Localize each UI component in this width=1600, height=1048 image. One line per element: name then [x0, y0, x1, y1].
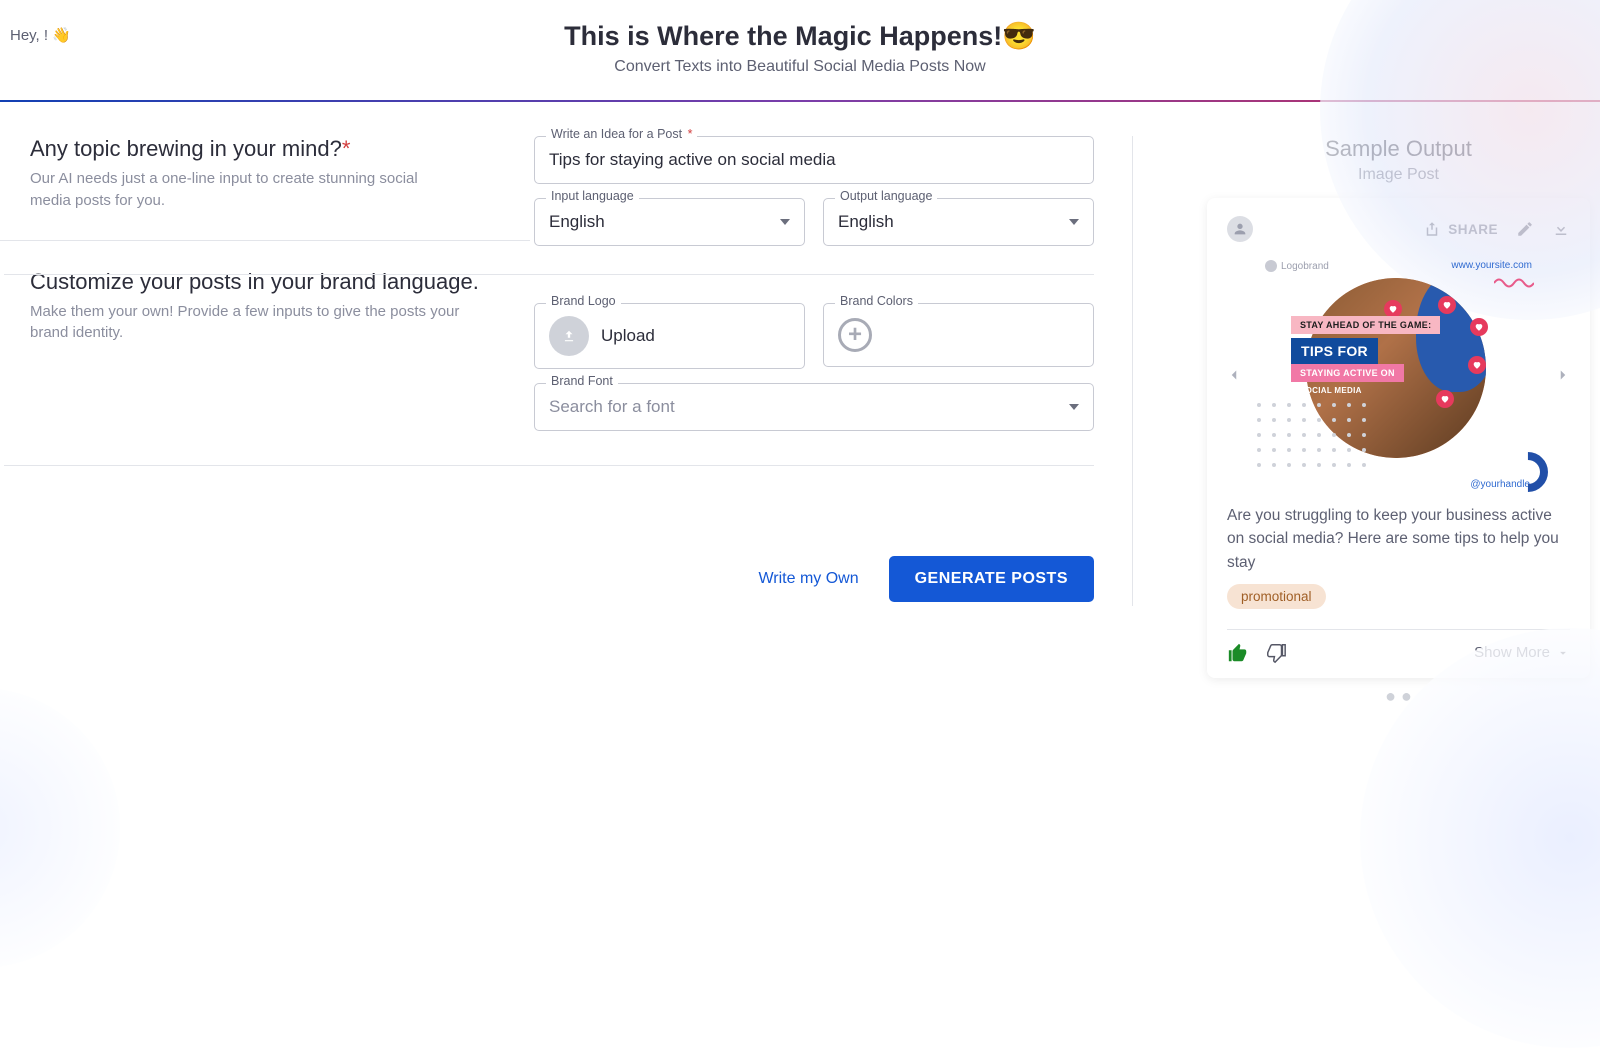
preview-tag-3: STAYING ACTIVE ON	[1291, 364, 1404, 382]
share-label: SHARE	[1448, 222, 1498, 237]
brand-logo-label: Brand Logo	[546, 294, 621, 308]
decor-blob-bottom-left	[0, 688, 120, 968]
heart-icon	[1438, 296, 1456, 314]
section-topic-desc: Our AI needs just a one-line input to cr…	[30, 168, 460, 212]
heart-icon	[1436, 390, 1454, 408]
chevron-down-icon	[1069, 219, 1079, 225]
brand-font-label: Brand Font	[546, 374, 618, 388]
write-my-own-link[interactable]: Write my Own	[758, 570, 858, 588]
greeting-text: Hey, ! 👋	[10, 26, 71, 44]
brand-font-placeholder: Search for a font	[549, 397, 675, 417]
avatar-icon	[1227, 216, 1253, 242]
input-language-select[interactable]: Input language English	[534, 198, 805, 246]
idea-field[interactable]: Write an Idea for a Post * Tips for stay…	[534, 136, 1094, 184]
post-preview: Logobrand www.yoursite.com STAY AHEAD OF…	[1251, 260, 1546, 490]
preview-url: www.yoursite.com	[1451, 260, 1532, 271]
post-caption: Are you struggling to keep your business…	[1227, 504, 1570, 574]
section-topic-title: Any topic brewing in your mind?*	[30, 136, 500, 162]
chevron-right-icon[interactable]	[1554, 366, 1572, 384]
hero-title: This is Where the Magic Happens!😎	[0, 20, 1600, 52]
generate-posts-button[interactable]: GENERATE POSTS	[889, 556, 1094, 602]
input-language-value: English	[549, 212, 605, 232]
idea-field-label: Write an Idea for a Post	[551, 127, 682, 141]
sample-title: Sample Output	[1207, 136, 1590, 162]
section-topic-title-text: Any topic brewing in your mind?	[30, 136, 342, 161]
sample-card: SHARE Logobrand www.yoursite.com	[1207, 198, 1590, 678]
edit-button[interactable]	[1516, 220, 1534, 238]
brand-colors-label: Brand Colors	[835, 294, 918, 308]
idea-input[interactable]: Tips for staying active on social media	[549, 150, 836, 170]
chevron-down-icon	[1556, 646, 1570, 660]
preview-tag-1: STAY AHEAD OF THE GAME:	[1291, 316, 1440, 334]
preview-tag-2: TIPS FOR	[1291, 338, 1378, 364]
heart-icon	[1470, 318, 1488, 336]
show-more-label: Show More	[1474, 644, 1550, 661]
share-icon	[1423, 220, 1441, 238]
hero-subtitle: Convert Texts into Beautiful Social Medi…	[0, 58, 1600, 76]
wave-decor	[1494, 276, 1534, 290]
brand-colors-picker[interactable]: Brand Colors +	[823, 303, 1094, 369]
vertical-divider	[1132, 136, 1133, 606]
preview-tag-4: SOCIAL MEDIA	[1291, 382, 1371, 399]
dot-grid-decor	[1257, 403, 1371, 472]
chevron-down-icon	[1069, 404, 1079, 410]
output-language-select[interactable]: Output language English	[823, 198, 1094, 246]
tag-chip: promotional	[1227, 584, 1326, 609]
section-divider-2	[4, 465, 1094, 466]
section-divider-1b	[4, 274, 1094, 275]
heart-icon	[1468, 356, 1486, 374]
upload-icon	[549, 316, 589, 356]
brand-logo-upload[interactable]: Brand Logo Upload	[534, 303, 805, 369]
share-button[interactable]: SHARE	[1423, 220, 1498, 238]
arc-decor	[1500, 444, 1557, 501]
preview-brand: Logobrand	[1265, 260, 1329, 272]
download-button[interactable]	[1552, 220, 1570, 238]
sample-subtitle: Image Post	[1207, 166, 1590, 184]
section-brand-title: Customize your posts in your brand langu…	[30, 269, 500, 295]
show-more-button[interactable]: Show More	[1474, 644, 1570, 661]
chevron-down-icon	[780, 219, 790, 225]
required-asterisk: *	[342, 136, 351, 161]
output-language-label: Output language	[835, 189, 937, 203]
section-brand-desc: Make them your own! Provide a few inputs…	[30, 301, 460, 345]
hero: This is Where the Magic Happens!😎 Conver…	[0, 20, 1600, 76]
carousel-pager: ● ●	[1207, 686, 1590, 707]
thumbs-down-button[interactable]	[1265, 642, 1287, 664]
brand-font-select[interactable]: Brand Font Search for a font	[534, 383, 1094, 431]
upload-button-label: Upload	[601, 326, 655, 346]
thumbs-up-button[interactable]	[1227, 642, 1249, 664]
plus-icon: +	[838, 318, 872, 352]
chevron-left-icon[interactable]	[1225, 366, 1243, 384]
required-asterisk: *	[684, 127, 692, 141]
output-language-value: English	[838, 212, 894, 232]
section-divider-1	[0, 240, 530, 241]
input-language-label: Input language	[546, 189, 639, 203]
